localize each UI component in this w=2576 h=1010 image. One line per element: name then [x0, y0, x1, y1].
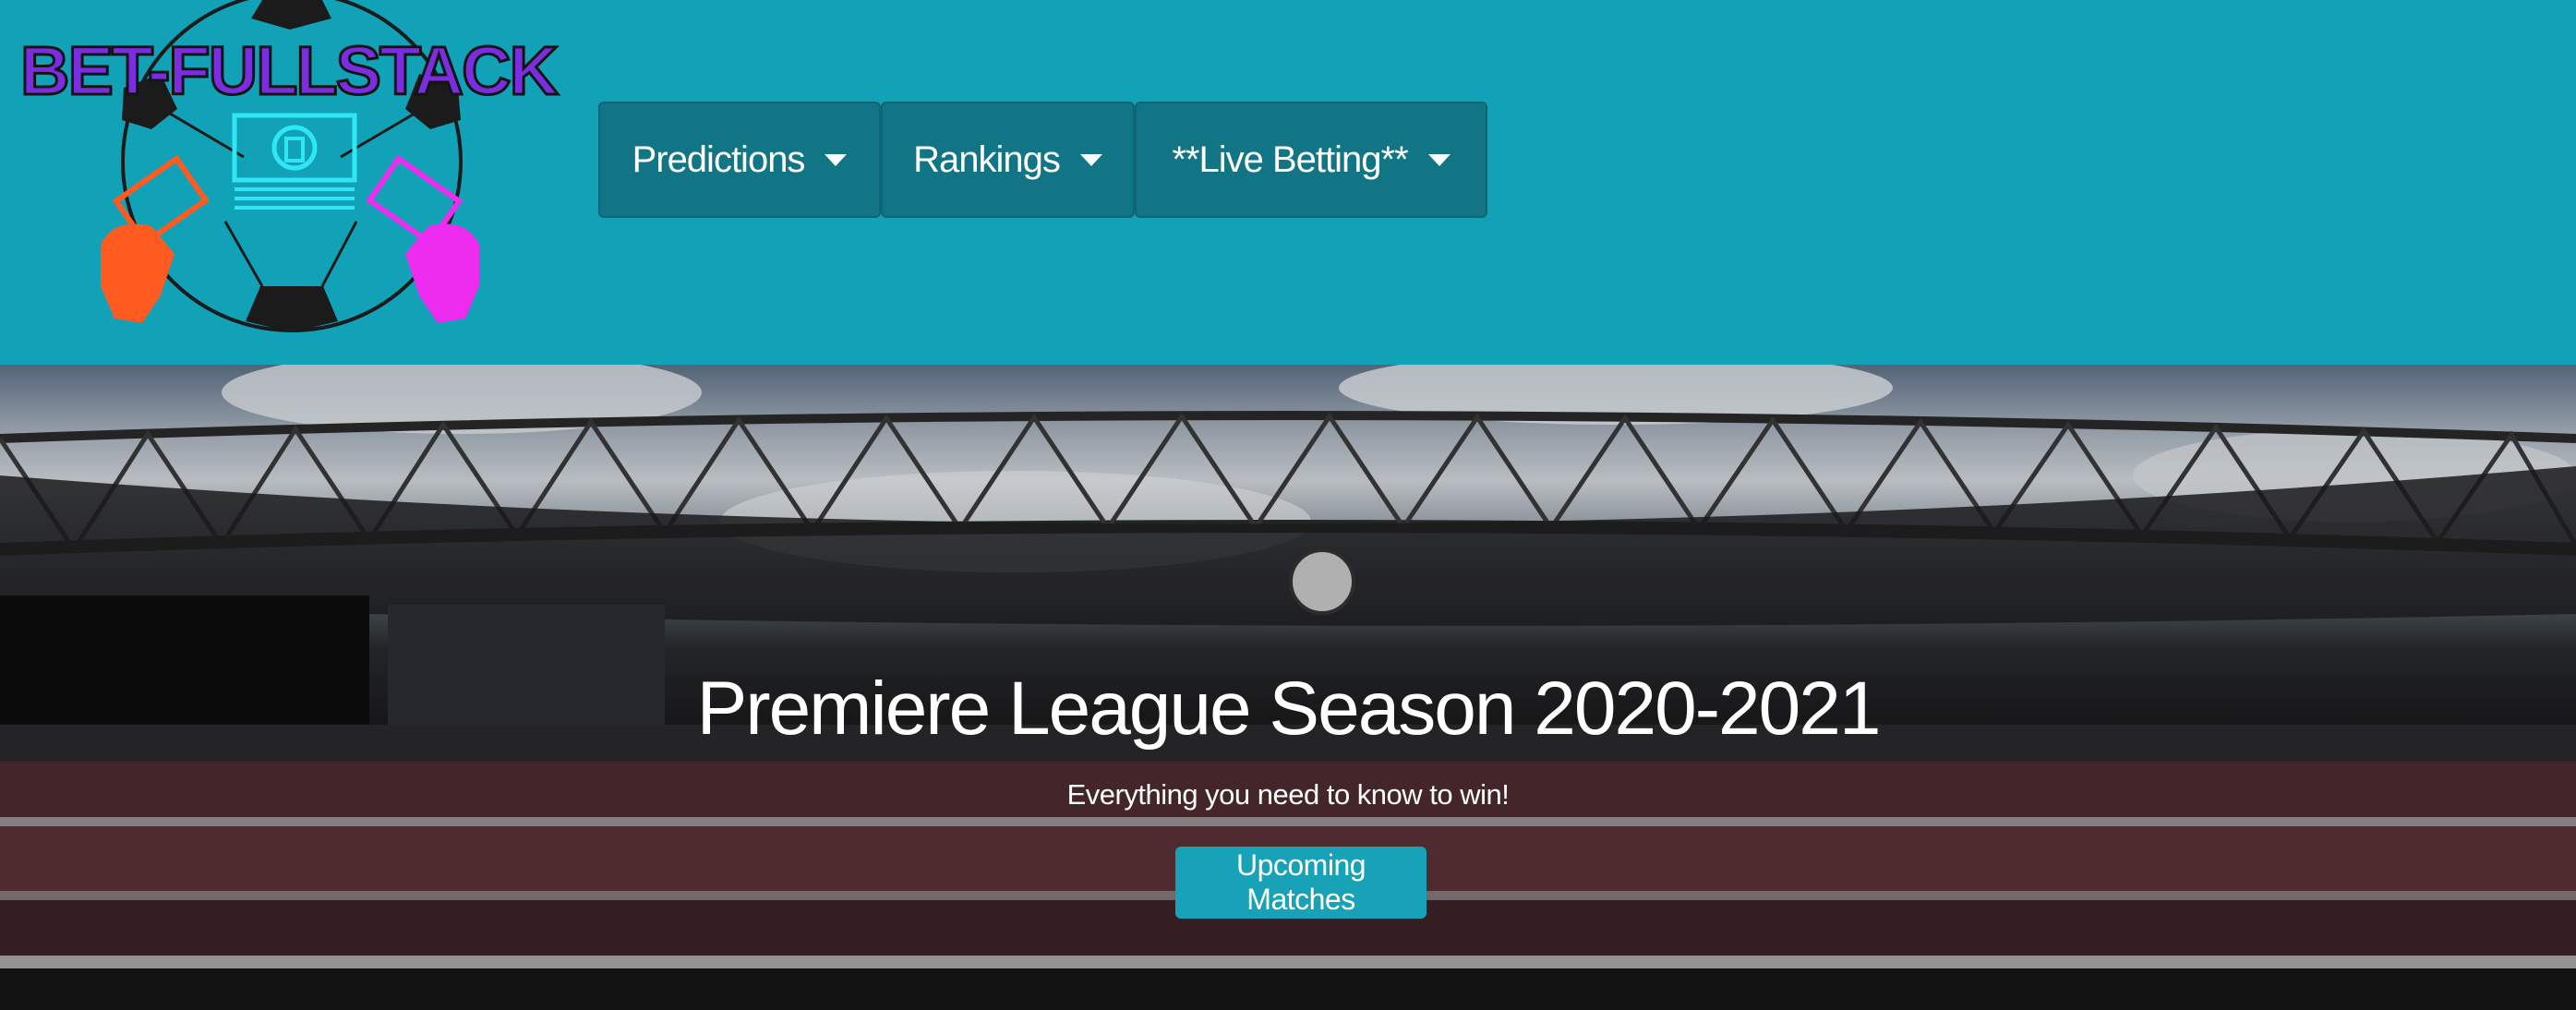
caret-down-icon	[1079, 153, 1102, 166]
nav-rankings-label: Rankings	[913, 138, 1061, 180]
upcoming-matches-button[interactable]: Upcoming Matches	[1175, 847, 1426, 919]
caret-down-icon	[825, 153, 848, 166]
nav-live-betting-dropdown[interactable]: **Live Betting**	[1135, 102, 1487, 218]
hero-title: Premiere League Season 2020-2021	[696, 667, 1882, 751]
caret-down-icon	[1427, 153, 1451, 166]
main-nav: Predictions Rankings **Live Betting**	[598, 102, 1487, 218]
navbar: BET-FULLSTACK Predictions Rankings **Liv…	[0, 0, 2576, 365]
nav-rankings-dropdown[interactable]: Rankings	[881, 102, 1135, 218]
money-bill-icon	[232, 113, 357, 210]
nav-predictions-dropdown[interactable]: Predictions	[598, 102, 881, 218]
hero-subtitle: Everything you need to know to win!	[1066, 778, 1510, 811]
nav-live-betting-label: **Live Betting**	[1172, 138, 1408, 180]
hero-banner: Premiere League Season 2020-2021 Everyth…	[0, 365, 2576, 1010]
brand-name: BET-FULLSTACK	[19, 32, 560, 109]
brand-logo[interactable]: BET-FULLSTACK	[13, 0, 567, 342]
nav-predictions-label: Predictions	[632, 138, 806, 180]
